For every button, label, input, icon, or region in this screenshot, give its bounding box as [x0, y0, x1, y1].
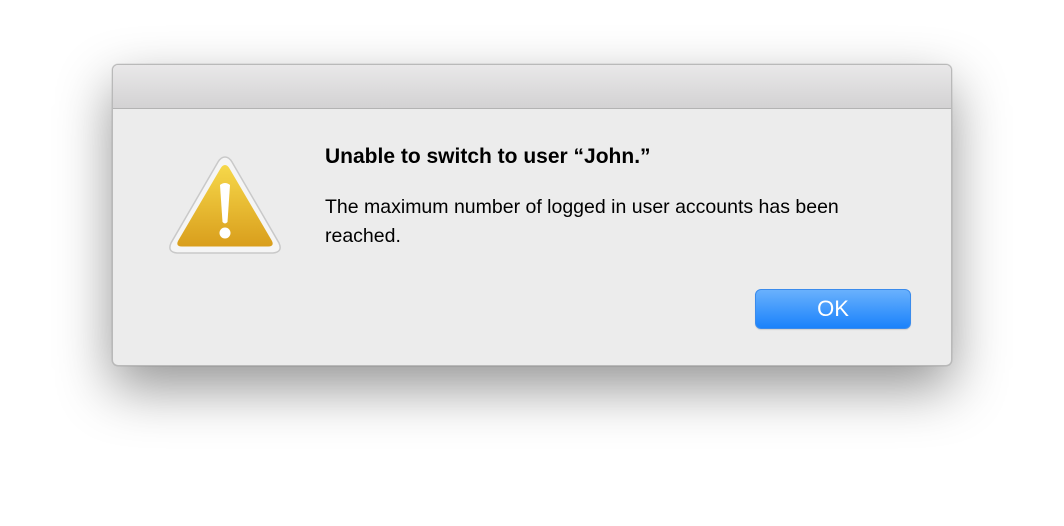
dialog-titlebar[interactable] — [113, 65, 951, 109]
ok-button[interactable]: OK — [755, 289, 911, 329]
dialog-title: Unable to switch to user “John.” — [325, 145, 651, 168]
alert-dialog: Unable to switch to user “John.” The max… — [112, 64, 952, 366]
dialog-message: The maximum number of logged in user acc… — [325, 196, 839, 247]
warning-triangle-icon — [169, 156, 281, 254]
